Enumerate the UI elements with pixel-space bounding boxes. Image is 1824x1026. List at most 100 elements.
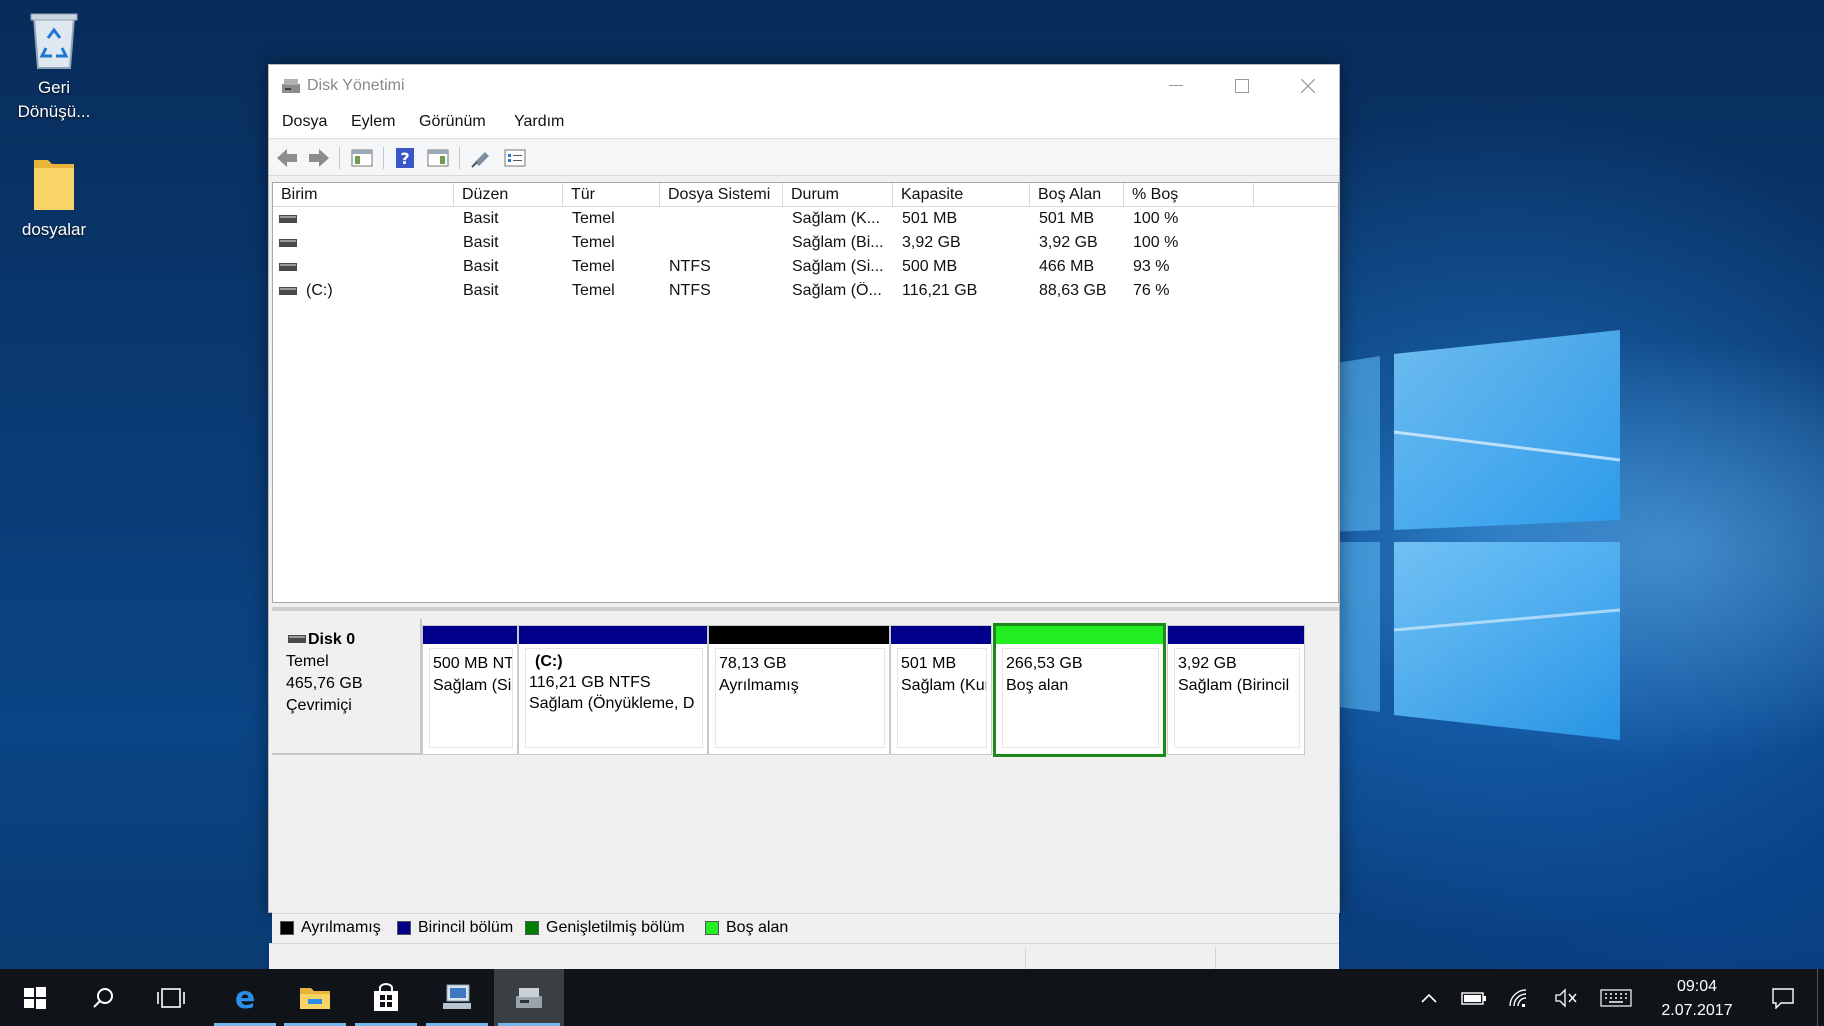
partition-unallocated[interactable]: 78,13 GB Ayrılmamış (708, 625, 890, 755)
partition-primary[interactable]: 3,92 GB Sağlam (Birincil (1167, 625, 1305, 755)
legend-label: Genişletilmiş bölüm (546, 919, 685, 936)
column-header-kapasite[interactable]: Kapasite (893, 183, 1030, 207)
partition-recovery[interactable]: 501 MB Sağlam (Kurtarma (890, 625, 992, 755)
partition-size: 500 MB NTFS (433, 655, 513, 672)
taskbar-network-app[interactable] (422, 969, 492, 1026)
cell-tur: Temel (572, 210, 615, 227)
legend-swatch (525, 921, 539, 935)
desktop-icon-folder[interactable]: dosyalar (0, 154, 108, 242)
partition-c[interactable]: (C:) 116,21 GB NTFS Sağlam (Önyükleme, D (518, 625, 708, 755)
show-desktop-button[interactable] (1817, 969, 1824, 1026)
close-button[interactable] (1275, 65, 1341, 107)
taskbar-edge[interactable]: e (210, 969, 280, 1026)
search-icon (93, 987, 113, 1008)
volume-icon (279, 239, 297, 247)
taskbar-disk-management[interactable] (494, 969, 564, 1026)
action-center-icon (1772, 987, 1794, 1009)
start-icon (24, 986, 46, 1009)
desktop-icon-recycle-bin[interactable]: Geri Dönüşü... (0, 8, 108, 124)
file-explorer-icon (300, 987, 330, 1009)
help-icon[interactable]: ? (393, 146, 417, 170)
column-header-durum[interactable]: Durum (783, 183, 893, 207)
partition-status: Sağlam (Kurtarma (901, 677, 987, 694)
partition-status: Sağlam (Önyükleme, D (529, 695, 695, 712)
edge-icon: e (235, 983, 255, 1013)
partition-status: Ayrılmamış (719, 677, 799, 694)
cell-yuzde-bos: 100 % (1133, 234, 1179, 251)
menu-dosya[interactable]: Dosya (282, 113, 327, 131)
task-view-button[interactable] (136, 969, 206, 1026)
table-row[interactable]: Basit Temel Sağlam (K... 501 MB 501 MB 1… (273, 208, 1338, 232)
partition-type-bar (996, 626, 1163, 644)
cell-bos-alan: 88,63 GB (1039, 282, 1107, 299)
cell-kapasite: 3,92 GB (902, 234, 961, 251)
table-row[interactable]: (C:) Basit Temel NTFS Sağlam (Ö... 116,2… (273, 280, 1338, 304)
connect-icon[interactable] (469, 146, 493, 170)
table-row[interactable]: Basit Temel Sağlam (Bi... 3,92 GB 3,92 G… (273, 232, 1338, 256)
partition-system[interactable]: 500 MB NTFS Sağlam (Sistem (422, 625, 518, 755)
partition-free-space[interactable]: 266,53 GB Boş alan (993, 623, 1166, 757)
desktop-icon-label: Geri Dönüşü... (17, 78, 91, 121)
disk-0-label[interactable]: Disk 0 Temel 465,76 GB Çevrimiçi (272, 619, 422, 755)
back-arrow-icon[interactable] (275, 146, 299, 170)
title-bar[interactable]: Disk Yönetimi (269, 65, 1339, 107)
battery-icon (1461, 991, 1486, 1005)
table-row[interactable]: Basit Temel NTFS Sağlam (Si... 500 MB 46… (273, 256, 1338, 280)
cell-durum: Sağlam (Bi... (792, 234, 884, 251)
column-header-duzen[interactable]: Düzen (454, 183, 563, 207)
column-header-tur[interactable]: Tür (563, 183, 660, 207)
maximize-button[interactable] (1209, 65, 1275, 107)
disk-management-app-icon (282, 79, 300, 93)
taskbar-file-explorer[interactable] (280, 969, 350, 1026)
cell-kapasite: 500 MB (902, 258, 958, 275)
tray-volume[interactable] (1548, 969, 1584, 1026)
minimize-button[interactable] (1143, 65, 1209, 107)
maximize-icon (1235, 79, 1249, 93)
tray-show-hidden[interactable] (1412, 969, 1446, 1026)
column-header-dosya-sistemi[interactable]: Dosya Sistemi (660, 183, 783, 207)
cell-dosya-sistemi: NTFS (669, 282, 711, 299)
start-button[interactable] (0, 969, 70, 1026)
legend-label: Boş alan (726, 919, 789, 936)
cell-durum: Sağlam (Si... (792, 258, 884, 275)
volume-muted-icon (1555, 987, 1577, 1008)
cell-yuzde-bos: 76 % (1133, 282, 1170, 299)
partition-size: 501 MB (901, 655, 957, 672)
cell-duzen: Basit (463, 258, 499, 275)
volume-icon (279, 263, 297, 271)
legend-item-free: Boş alan (705, 919, 788, 937)
properties-icon[interactable] (503, 146, 527, 170)
column-header-bos-alan[interactable]: Boş Alan (1030, 183, 1124, 207)
partition-size: 3,92 GB (1178, 655, 1237, 672)
tray-network[interactable] (1502, 969, 1538, 1026)
menu-gorunum[interactable]: Görünüm (419, 113, 486, 131)
cell-durum: Sağlam (K... (792, 210, 881, 227)
disk-name: Disk 0 (308, 631, 356, 648)
column-header-birim[interactable]: Birim (273, 183, 454, 207)
forward-arrow-icon[interactable] (307, 146, 331, 170)
chevron-up-icon (1421, 993, 1437, 1003)
windows-logo-graphic (1330, 330, 1621, 740)
column-header-yuzde-bos[interactable]: % Boş (1124, 183, 1254, 207)
action-pane-icon[interactable] (426, 146, 450, 170)
tray-keyboard[interactable] (1596, 969, 1636, 1026)
console-tree-icon[interactable] (350, 146, 374, 170)
taskbar-clock[interactable]: 09:04 2.07.2017 (1632, 975, 1762, 1023)
wifi-icon (1509, 988, 1527, 1007)
taskbar-store[interactable] (351, 969, 421, 1026)
legend-swatch (705, 921, 719, 935)
partition-size: 116,21 GB NTFS (529, 674, 651, 691)
action-center-button[interactable] (1758, 969, 1808, 1026)
cell-bos-alan: 501 MB (1039, 210, 1095, 227)
taskbar: e 09:04 2.07.2017 (0, 969, 1824, 1026)
cell-kapasite: 501 MB (902, 210, 958, 227)
legend-label: Birincil bölüm (418, 919, 514, 936)
tray-battery[interactable] (1456, 969, 1492, 1026)
disk-size: 465,76 GB (286, 675, 363, 692)
search-button[interactable] (68, 969, 138, 1026)
menu-eylem[interactable]: Eylem (351, 113, 395, 131)
menu-yardim[interactable]: Yardım (514, 113, 564, 131)
volume-icon (279, 287, 297, 295)
partition-status: Boş alan (1006, 677, 1069, 694)
partition-legend: Ayrılmamış Birincil bölüm Genişletilmiş … (272, 913, 1339, 941)
